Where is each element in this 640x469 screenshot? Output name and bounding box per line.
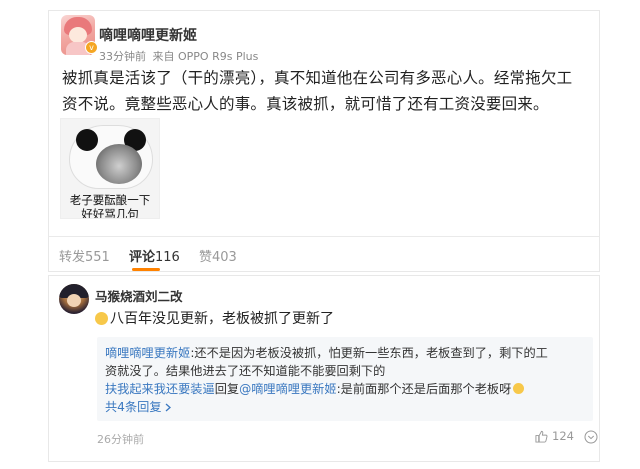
action-tabs: 转发551 评论116 赞403 (48, 236, 600, 272)
post-source-prefix: 来自 (152, 50, 175, 63)
reply-2-mention[interactable]: @嘀哩嘀哩更新姬 (239, 382, 337, 396)
post-text: 被抓真是活该了（干的漂亮），真不知道他在公司有多恶心人。经常拖欠工资不说。竟整些… (62, 69, 573, 113)
more-circle-icon[interactable] (584, 429, 598, 444)
comment-username[interactable]: 马猴烧酒刘二改 (95, 286, 183, 305)
reply-2: 扶我起来我还要装逼回复@嘀哩嘀哩更新姬:是前面那个还是后面那个老板呀 (105, 380, 525, 398)
post-meme-image[interactable]: 老子要酝酿一下 好好骂几句 (60, 118, 160, 219)
verified-badge-icon: v (85, 41, 98, 54)
tab-comments[interactable]: 评论116 (129, 246, 180, 265)
tab-repost[interactable]: 转发551 (59, 246, 110, 265)
thumbs-up-icon (535, 430, 548, 443)
like-count: 124 (552, 429, 574, 443)
laugh-emoji-icon (513, 383, 525, 394)
post-meta: 33分钟前 来自 OPPO R9s Plus (99, 48, 258, 64)
more-replies-link[interactable]: 共4条回复 (105, 398, 172, 416)
post-time[interactable]: 33分钟前 (99, 50, 146, 63)
comment-item: 马猴烧酒刘二改 八百年没见更新，老板被抓了更新了 嘀哩嘀哩更新姬:还不是因为老板… (48, 275, 600, 462)
meme-caption: 老子要酝酿一下 好好骂几句 (69, 193, 151, 219)
comment-text: 八百年没见更新，老板被抓了更新了 (110, 311, 334, 327)
comment-avatar[interactable] (59, 284, 89, 314)
tab-likes[interactable]: 赞403 (199, 246, 237, 265)
smile-emoji-icon (95, 312, 108, 325)
post-username[interactable]: 嘀哩嘀哩更新姬 (99, 25, 197, 45)
replies-box: 嘀哩嘀哩更新姬:还不是因为老板没被抓，怕更新一些东西，老板查到了，剩下的工 资就… (97, 337, 593, 421)
post-source[interactable]: OPPO R9s Plus (178, 50, 258, 63)
reply-1-text-a: :还不是因为老板没被抓，怕更新一些东西，老板查到了，剩下的工 (190, 346, 548, 360)
comment-time: 26分钟前 (97, 433, 144, 446)
active-tab-indicator (132, 268, 160, 271)
like-button[interactable]: 124 (535, 429, 574, 443)
comment-text-row: 八百年没见更新，老板被抓了更新了 (95, 308, 334, 328)
reply-1-username[interactable]: 嘀哩嘀哩更新姬 (105, 346, 190, 360)
reply-1-cont: 资就没了。结果他进去了还不知道能不能要回剩下的 (105, 364, 386, 378)
chevron-right-icon (165, 403, 172, 412)
weibo-screenshot: v 嘀哩嘀哩更新姬 33分钟前 来自 OPPO R9s Plus 被抓真是活该了… (0, 0, 640, 469)
reply-1: 嘀哩嘀哩更新姬:还不是因为老板没被抓，怕更新一些东西，老板查到了，剩下的工 (105, 344, 548, 362)
reply-2-username[interactable]: 扶我起来我还要装逼 (105, 382, 215, 396)
